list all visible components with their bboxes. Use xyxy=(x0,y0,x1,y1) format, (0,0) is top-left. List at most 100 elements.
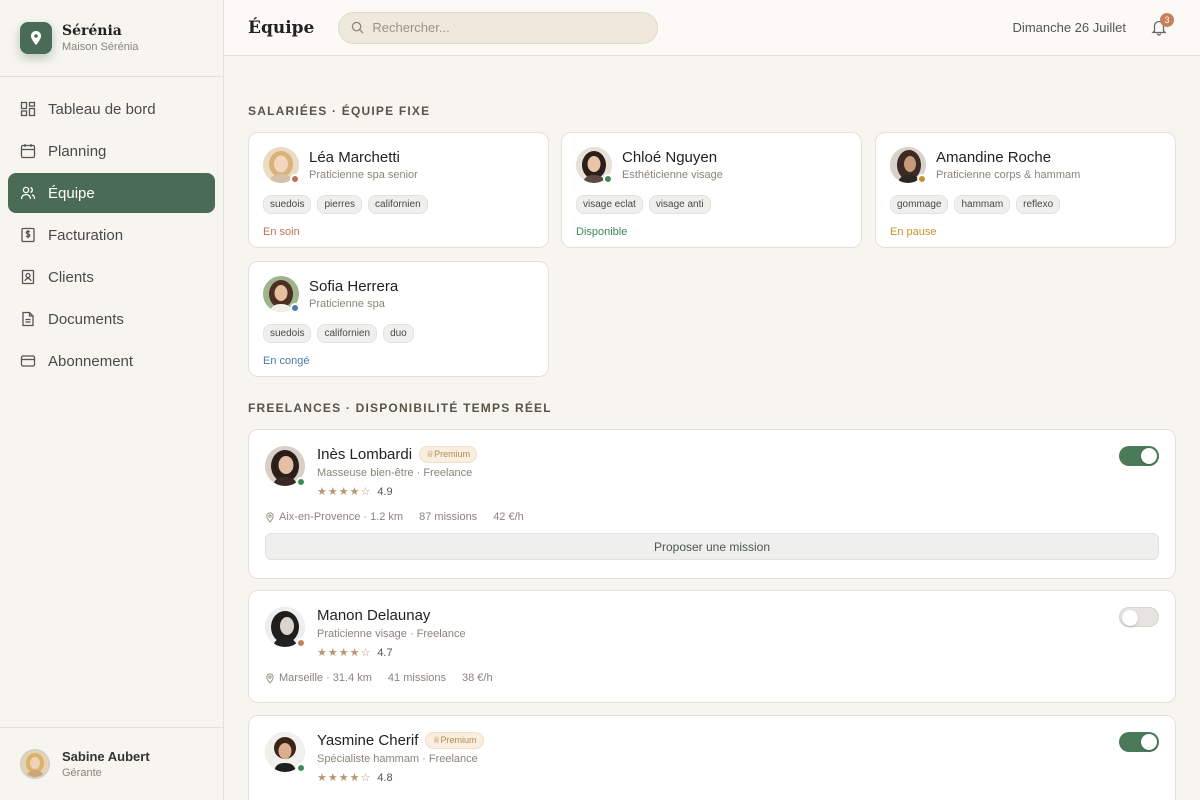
freelancer-location: Aix-en-Provence · 1.2 km xyxy=(279,511,404,523)
current-date: Dimanche 26 Juillet xyxy=(1012,20,1126,35)
location-icon xyxy=(266,672,274,684)
avatar xyxy=(20,749,50,779)
search-icon xyxy=(352,21,364,34)
crown-icon: ♕ xyxy=(426,449,435,459)
main-content: Salariées · Équipe fixe Léa Marchetti Pr… xyxy=(224,56,1200,800)
avatar xyxy=(265,607,306,648)
freelancer-rate: 42 €/h xyxy=(493,511,524,523)
freelancer-role: Praticienne visage · Freelance xyxy=(317,628,466,640)
skill-tag: duo xyxy=(383,324,414,343)
skill-tag: californien xyxy=(368,195,428,214)
calendar-icon xyxy=(20,144,36,159)
rating-value: 4.7 xyxy=(377,646,393,659)
avatar xyxy=(576,147,613,184)
sidebar-item-facturation[interactable]: Facturation xyxy=(8,215,215,255)
freelancer-location: Marseille · 31.4 km xyxy=(279,672,372,684)
employee-role: Praticienne corps & hammam xyxy=(936,169,1081,181)
location-icon xyxy=(266,511,274,523)
employee-status: En soin xyxy=(263,226,300,238)
premium-badge: ♕Premium xyxy=(425,732,484,749)
invoice-icon xyxy=(21,227,35,243)
card-icon xyxy=(20,355,36,367)
employee-card[interactable]: Léa Marchetti Praticienne spa senior sue… xyxy=(248,132,549,248)
notification-badge: 3 xyxy=(1160,13,1174,27)
section-title-freelance: Freelances · Disponibilité temps réel xyxy=(248,401,552,415)
star-rating-icon: ★★★★☆ xyxy=(317,486,372,498)
skill-tag: pierres xyxy=(317,195,363,214)
section-title-salaried: Salariées · Équipe fixe xyxy=(248,104,431,118)
page-title: Équipe xyxy=(248,17,315,38)
dashboard-icon xyxy=(20,101,36,117)
freelance-card: Manon Delaunay Praticienne visage · Free… xyxy=(248,590,1176,703)
sidebar-item-label: Facturation xyxy=(48,226,124,244)
status-indicator xyxy=(296,763,306,773)
brand: Sérénia Maison Sérénia xyxy=(0,0,223,77)
sidebar-item-label: Abonnement xyxy=(48,352,134,370)
skill-tag: hammam xyxy=(954,195,1011,214)
user-profile[interactable]: Sabine Aubert Gérante xyxy=(0,727,223,800)
skill-tag: gommage xyxy=(890,195,949,214)
rating-value: 4.9 xyxy=(377,485,393,498)
freelancer-role: Spécialiste hammam · Freelance xyxy=(317,753,478,765)
employee-card[interactable]: Chloé Nguyen Esthéticienne visage visage… xyxy=(561,132,862,248)
status-indicator xyxy=(296,638,306,648)
sidebar-item-dashboard[interactable]: Tableau de bord xyxy=(8,89,215,129)
star-rating-icon: ★★★★☆ xyxy=(317,647,372,659)
avatar xyxy=(263,276,300,313)
freelancer-role: Masseuse bien-être · Freelance xyxy=(317,467,473,479)
skill-tag: visage eclat xyxy=(576,195,643,214)
rating-value: 4.8 xyxy=(377,771,393,784)
employee-role: Praticienne spa xyxy=(309,298,385,310)
propose-mission-button[interactable]: Proposer une mission xyxy=(265,533,1159,560)
employee-card[interactable]: Amandine Roche Praticienne corps & hamma… xyxy=(875,132,1176,248)
availability-toggle[interactable] xyxy=(1119,732,1159,752)
employee-status: Disponible xyxy=(576,226,628,238)
employee-role: Praticienne spa senior xyxy=(309,169,418,181)
avatar xyxy=(890,147,927,184)
star-rating-icon: ★★★★☆ xyxy=(317,772,372,784)
avatar xyxy=(263,147,300,184)
rating: ★★★★☆ 4.8 xyxy=(317,771,484,785)
brand-subtitle: Maison Sérénia xyxy=(62,41,139,53)
employee-role: Esthéticienne visage xyxy=(622,169,723,181)
employee-name: Chloé Nguyen xyxy=(622,149,718,166)
contact-icon xyxy=(21,269,35,285)
pin-icon xyxy=(20,22,52,54)
freelancer-name: Yasmine Cherif xyxy=(317,732,419,749)
document-icon xyxy=(22,311,34,327)
notifications-button[interactable]: 3 xyxy=(1150,13,1174,36)
employee-card[interactable]: Sofia Herrera Praticienne spa suedois ca… xyxy=(248,261,549,377)
freelancer-name: Inès Lombardi xyxy=(317,446,413,463)
freelance-card: Inès Lombardi ♕Premium Masseuse bien-êtr… xyxy=(248,429,1176,579)
sidebar: Sérénia Maison Sérénia Tableau de bord P… xyxy=(0,0,224,800)
sidebar-nav: Tableau de bord Planning Équipe Facturat… xyxy=(0,77,223,395)
freelancer-missions: 87 missions xyxy=(419,511,478,523)
sidebar-item-clients[interactable]: Clients xyxy=(8,257,215,297)
sidebar-item-abonnement[interactable]: Abonnement xyxy=(8,341,215,381)
status-indicator xyxy=(290,303,300,313)
employee-status: En pause xyxy=(890,226,937,238)
freelance-card: Yasmine Cherif ♕Premium Spécialiste hamm… xyxy=(248,715,1176,800)
search-input[interactable] xyxy=(372,20,633,35)
sidebar-item-label: Tableau de bord xyxy=(48,100,156,118)
availability-toggle[interactable] xyxy=(1119,446,1159,466)
skill-tag: reflexo xyxy=(1016,195,1061,214)
sidebar-item-planning[interactable]: Planning xyxy=(8,131,215,171)
sidebar-item-documents[interactable]: Documents xyxy=(8,299,215,339)
rating: ★★★★☆ 4.7 xyxy=(317,646,466,660)
sidebar-item-equipe[interactable]: Équipe xyxy=(8,173,215,213)
top-bar: Équipe Dimanche 26 Juillet 3 xyxy=(224,0,1200,56)
avatar xyxy=(265,446,306,487)
employee-name: Sofia Herrera xyxy=(309,278,399,295)
avatar xyxy=(265,732,306,773)
employee-name: Léa Marchetti xyxy=(309,149,400,166)
sidebar-item-label: Équipe xyxy=(48,184,95,202)
freelancer-missions: 41 missions xyxy=(387,672,446,684)
availability-toggle[interactable] xyxy=(1119,607,1159,627)
search-bar[interactable] xyxy=(338,11,659,44)
skill-tag: suedois xyxy=(263,324,312,343)
status-indicator xyxy=(917,174,927,184)
skill-tag: visage anti xyxy=(648,195,711,214)
sidebar-item-label: Planning xyxy=(48,142,107,160)
crown-icon: ♕ xyxy=(432,735,441,745)
